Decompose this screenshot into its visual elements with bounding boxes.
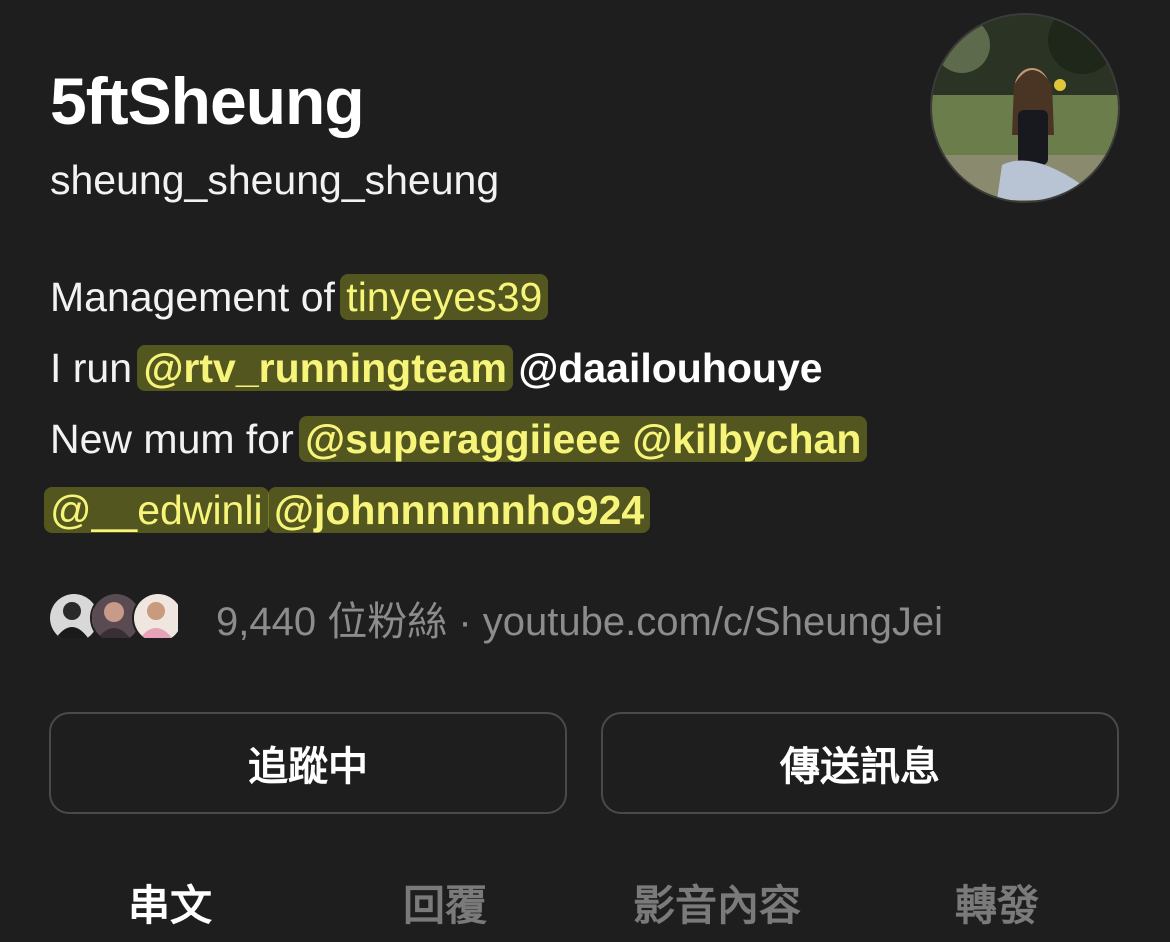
mention-link[interactable]: @superaggiieee @kilbychan bbox=[299, 416, 868, 462]
bio-text: New mum for bbox=[50, 416, 306, 462]
profile-photo-icon bbox=[932, 15, 1118, 201]
follower-info[interactable]: 9,440 位粉絲 · youtube.com/c/SheungJei bbox=[216, 589, 943, 647]
bio-text: I run bbox=[50, 345, 144, 391]
mention-link[interactable]: @daailouhouye bbox=[518, 345, 822, 391]
tab-reposts[interactable]: 轉發 bbox=[955, 872, 1039, 933]
bio-line-2: I run @rtv_runningteam @daailouhouye bbox=[50, 333, 861, 404]
bio-highlight: tinyeyes39 bbox=[340, 274, 549, 320]
followers-row[interactable]: 9,440 位粉絲 · youtube.com/c/SheungJei bbox=[48, 590, 943, 646]
bio-line-3: New mum for @superaggiieee @kilbychan bbox=[50, 404, 868, 475]
bio-text: Management of bbox=[50, 274, 347, 320]
follower-count[interactable]: 9,440 位粉絲 bbox=[216, 600, 447, 644]
profile-avatar[interactable] bbox=[930, 13, 1120, 203]
bio: Management of tinyeyes39 I run @rtv_runn… bbox=[44, 262, 868, 546]
bio-line-1: Management of tinyeyes39 bbox=[50, 262, 861, 333]
send-message-button[interactable]: 傳送訊息 bbox=[601, 712, 1119, 814]
mention-link[interactable]: @rtv_runningteam bbox=[137, 345, 513, 391]
person-icon bbox=[92, 594, 136, 638]
follower-avatars bbox=[48, 592, 188, 644]
tab-media[interactable]: 影音內容 bbox=[633, 872, 801, 933]
follower-avatar bbox=[132, 592, 184, 644]
bio-line-4: @__edwinli @johnnnnnnho924 bbox=[44, 475, 861, 546]
tab-replies[interactable]: 回覆 bbox=[403, 872, 487, 933]
mention-link[interactable]: @__edwinli bbox=[44, 487, 269, 533]
tab-threads[interactable]: 串文 bbox=[128, 872, 212, 933]
person-icon bbox=[134, 594, 178, 638]
mention-link[interactable]: @johnnnnnnho924 bbox=[267, 487, 651, 533]
display-name: 5ftSheung bbox=[50, 64, 365, 138]
following-button[interactable]: 追蹤中 bbox=[49, 712, 567, 814]
profile-link[interactable]: youtube.com/c/SheungJei bbox=[483, 600, 943, 644]
profile-tabs: 串文 回覆 影音內容 轉發 bbox=[0, 872, 1170, 942]
separator: · bbox=[447, 600, 483, 644]
person-icon bbox=[50, 594, 94, 638]
username: sheung_sheung_sheung bbox=[50, 157, 500, 203]
